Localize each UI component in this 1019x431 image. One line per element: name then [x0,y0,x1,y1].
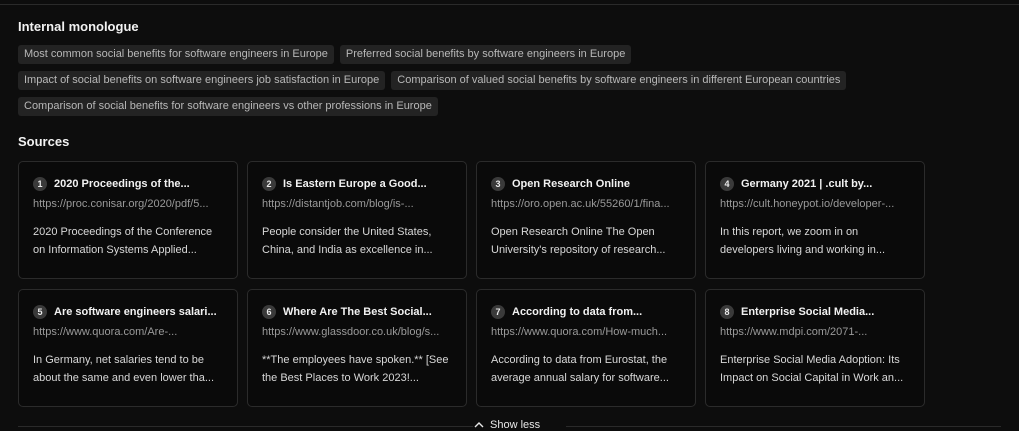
query-row: Comparison of social benefits for softwa… [18,97,1008,116]
source-title: 2020 Proceedings of the... [54,178,190,190]
source-url: https://www.quora.com/Are-... [33,326,178,338]
source-number: 4 [720,177,734,191]
source-number: 5 [33,305,47,319]
source-cards: 1 2020 Proceedings of the... https://proc… [18,161,925,407]
query-chip[interactable]: Preferred social benefits by software en… [339,45,632,64]
source-title: Are software engineers salari... [54,306,217,318]
chevron-up-icon [474,422,484,428]
source-card[interactable]: 5 Are software engineers salari... https:… [18,289,238,407]
source-snippet: In Germany, net salaries tend to be abou… [33,354,215,384]
source-url: https://oro.open.ac.uk/55260/1/fina... [491,198,670,210]
source-number: 3 [491,177,505,191]
source-title: Open Research Online [512,178,630,190]
source-title: Is Eastern Europe a Good... [283,178,427,190]
source-number: 1 [33,177,47,191]
divider-right [566,426,1001,427]
source-url: https://distantjob.com/blog/is-... [262,198,414,210]
source-title: According to data from... [512,306,643,318]
source-url: https://cult.honeypot.io/developer-... [720,198,895,210]
source-url: https://www.quora.com/How-much... [491,326,668,338]
query-chip[interactable]: Comparison of valued social benefits by … [391,71,847,90]
source-snippet: **The employees have spoken.** [See the … [262,354,449,384]
source-title: Where Are The Best Social... [283,306,432,318]
source-url: https://www.glassdoor.co.uk/blog/s... [262,326,440,338]
source-snippet: According to data from Eurostat, the ave… [491,354,669,384]
show-less-label: Show less [490,419,541,431]
source-card[interactable]: 2 Is Eastern Europe a Good... https://dis… [247,161,467,279]
source-card[interactable]: 3 Open Research Online https://oro.open.a… [476,161,696,279]
source-number: 2 [262,177,276,191]
source-snippet: People consider the United States, China… [262,226,433,256]
source-snippet: Open Research Online The Open University… [491,226,666,256]
source-snippet: Enterprise Social Media Adoption: Its Im… [720,354,904,384]
query-chip[interactable]: Impact of social benefits on software en… [18,71,386,90]
query-row: Most common social benefits for software… [18,45,1008,64]
query-chip[interactable]: Most common social benefits for software… [18,45,334,64]
source-title: Germany 2021 | .cult by... [741,178,873,190]
source-snippet: In this report, we zoom in on developers… [720,226,886,256]
source-number: 7 [491,305,505,319]
source-number: 6 [262,305,276,319]
source-card[interactable]: 8 Enterprise Social Media... https://www.… [705,289,925,407]
query-row: Impact of social benefits on software en… [18,71,1008,90]
search-queries: Most common social benefits for software… [18,45,1008,123]
internal-monologue-heading: Internal monologue [18,19,139,34]
source-url: https://proc.conisar.org/2020/pdf/5... [33,198,209,210]
divider-left [18,426,473,427]
source-card[interactable]: 7 According to data from... https://www.q… [476,289,696,407]
top-divider [0,4,1019,5]
source-number: 8 [720,305,734,319]
sources-heading: Sources [18,134,70,149]
source-snippet: 2020 Proceedings of the Conference on In… [33,226,213,256]
source-card[interactable]: 1 2020 Proceedings of the... https://proc… [18,161,238,279]
show-less-button[interactable]: Show less [474,419,540,431]
source-title: Enterprise Social Media... [741,306,875,318]
query-chip[interactable]: Comparison of social benefits for softwa… [18,97,438,116]
source-card[interactable]: 4 Germany 2021 | .cult by... https://cult… [705,161,925,279]
source-card[interactable]: 6 Where Are The Best Social... https://ww… [247,289,467,407]
source-url: https://www.mdpi.com/2071-... [720,326,868,338]
